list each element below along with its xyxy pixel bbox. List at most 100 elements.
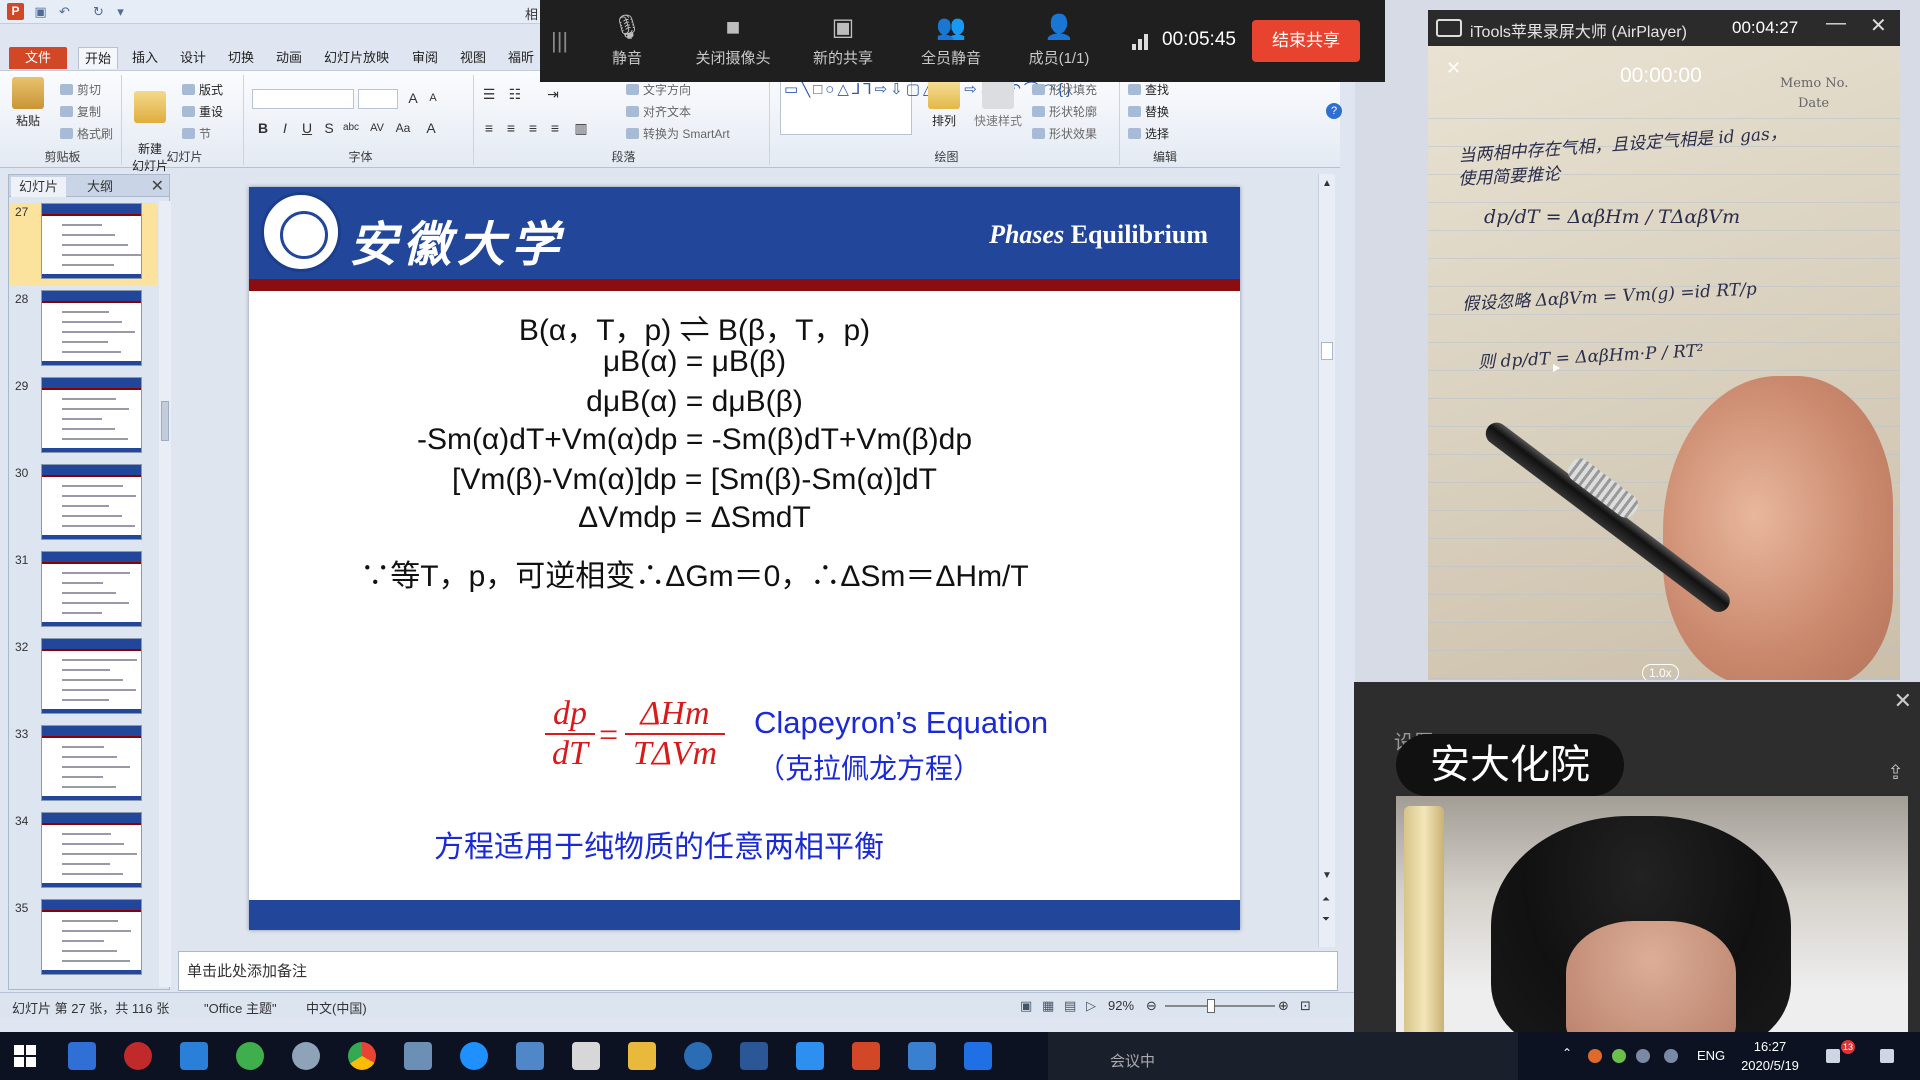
align-right-icon[interactable]: ≡ <box>524 119 542 137</box>
shape-effects-button[interactable]: 形状效果 <box>1032 125 1097 142</box>
qq-icon[interactable] <box>124 1042 152 1070</box>
reading-view-icon[interactable]: ▤ <box>1064 998 1076 1014</box>
font-color-icon[interactable]: A <box>422 119 440 137</box>
tab-animations[interactable]: 动画 <box>270 47 308 69</box>
slide-thumbnail[interactable] <box>41 812 142 888</box>
tab-outline[interactable]: 大纲 <box>79 177 121 197</box>
windows-start-icon[interactable] <box>14 1045 36 1067</box>
slide-thumbnail-row[interactable]: 28 <box>9 290 157 372</box>
slide-scrollbar-thumb[interactable] <box>1321 342 1333 360</box>
slide-thumbnail-row[interactable]: 27 <box>9 203 157 285</box>
playback-speed[interactable]: 1.0x <box>1642 664 1679 680</box>
bold-icon[interactable]: B <box>254 119 272 137</box>
notes-pane[interactable]: 单击此处添加备注 <box>178 951 1338 991</box>
slide-thumbnail[interactable] <box>41 551 142 627</box>
clock-date[interactable]: 2020/5/19 <box>1738 1058 1802 1073</box>
camera-off-button[interactable]: ■ 关闭摄像头 <box>690 14 776 68</box>
slide-thumbnail[interactable] <box>41 464 142 540</box>
members-button[interactable]: 👤 成员(1/1) <box>1016 14 1102 68</box>
powerpoint-logo-icon[interactable]: P <box>7 3 24 20</box>
close-icon[interactable]: ✕ <box>151 176 164 196</box>
chrome-icon[interactable] <box>348 1042 376 1070</box>
scroll-up-icon[interactable]: ▲ <box>1322 178 1332 189</box>
shapes-gallery[interactable]: ▭╲□○△⅃⅂⇨⇩▢△ЛԿ⇨↓⌒↶⌒◠{} <box>780 79 1071 135</box>
reset-button[interactable]: 重设 <box>182 103 223 120</box>
find-button[interactable]: 查找 <box>1128 81 1169 98</box>
shape-outline-button[interactable]: 形状轮廓 <box>1032 103 1097 120</box>
notifications-icon[interactable] <box>1880 1049 1894 1063</box>
app-icon-3[interactable] <box>404 1042 432 1070</box>
redo-icon[interactable]: ↻ <box>90 3 107 20</box>
next-slide-icon[interactable]: ⏷ <box>1322 914 1330 925</box>
tray-app-icon-2[interactable] <box>1612 1049 1626 1063</box>
numbering-icon[interactable]: ☷ <box>506 85 524 103</box>
slide-thumbnail[interactable] <box>41 203 142 279</box>
font-size-combo[interactable] <box>358 89 398 109</box>
app-icon-7[interactable] <box>908 1042 936 1070</box>
tab-view[interactable]: 视图 <box>454 47 492 69</box>
fit-slide-icon[interactable]: ⊡ <box>1300 998 1311 1014</box>
zoom-level[interactable]: 92% <box>1108 998 1134 1013</box>
align-left-icon[interactable]: ≡ <box>480 119 498 137</box>
section-button[interactable]: 节 <box>182 125 211 142</box>
slideshow-view-icon[interactable]: ▷ <box>1086 998 1096 1014</box>
underline-icon[interactable]: U <box>298 119 316 137</box>
meeting-app-icon[interactable] <box>964 1042 992 1070</box>
slide-thumbnail[interactable] <box>41 638 142 714</box>
volume-icon[interactable] <box>1636 1049 1650 1063</box>
shrink-font-icon[interactable]: A <box>424 89 442 107</box>
popout-icon[interactable]: ⇪ <box>1887 760 1904 785</box>
grow-font-icon[interactable]: A <box>404 89 422 107</box>
slide-thumbnail[interactable] <box>41 899 142 975</box>
slide-thumbnail[interactable] <box>41 290 142 366</box>
undo-icon[interactable]: ↶ <box>56 3 73 20</box>
tab-foxit[interactable]: 福昕 <box>502 47 540 69</box>
mute-button[interactable]: 🎙 静音 <box>584 14 670 68</box>
zoom-slider-knob[interactable] <box>1207 999 1215 1013</box>
tab-design[interactable]: 设计 <box>174 47 212 69</box>
slide-thumbnail-row[interactable]: 32 <box>9 638 157 720</box>
network-icon[interactable] <box>1664 1049 1678 1063</box>
italic-icon[interactable]: I <box>276 119 294 137</box>
clock-time[interactable]: 16:27 <box>1738 1039 1802 1054</box>
panel-scrollbar-thumb[interactable] <box>161 401 169 441</box>
zoom-out-icon[interactable]: ⊖ <box>1146 998 1157 1014</box>
previous-slide-icon[interactable]: ⏶ <box>1322 894 1330 905</box>
slide-thumbnail-row[interactable]: 34 <box>9 812 157 894</box>
mute-all-button[interactable]: 👥 全员静音 <box>908 14 994 68</box>
slide-thumbnail-row[interactable]: 31 <box>9 551 157 633</box>
copy-button[interactable]: 复制 <box>60 103 101 120</box>
mail-icon[interactable] <box>180 1042 208 1070</box>
shadow-icon[interactable]: S <box>320 119 338 137</box>
calculator-icon[interactable] <box>572 1042 600 1070</box>
layout-button[interactable]: 版式 <box>182 81 223 98</box>
format-painter-button[interactable]: 格式刷 <box>60 125 113 142</box>
cut-button[interactable]: 剪切 <box>60 81 101 98</box>
scroll-down-icon[interactable]: ▼ <box>1322 870 1332 881</box>
paste-button[interactable]: 粘贴 <box>8 77 48 129</box>
align-center-icon[interactable]: ≡ <box>502 119 520 137</box>
slide-thumbnail[interactable] <box>41 725 142 801</box>
tab-file[interactable]: 文件 <box>9 47 67 69</box>
app-icon-6[interactable] <box>796 1042 824 1070</box>
smartart-button[interactable]: 转换为 SmartArt <box>626 125 730 142</box>
drag-handle-icon[interactable]: ||| <box>551 28 568 54</box>
end-share-button[interactable]: 结束共享 <box>1252 20 1360 62</box>
zoom-in-icon[interactable]: ⊕ <box>1278 998 1289 1014</box>
quick-styles-button[interactable]: 快速样式 <box>970 77 1026 129</box>
tab-review[interactable]: 审阅 <box>406 47 444 69</box>
minimize-icon[interactable]: — <box>1826 12 1846 35</box>
select-button[interactable]: 选择 <box>1128 125 1169 142</box>
arrange-button[interactable]: 排列 <box>924 77 964 129</box>
slide-thumbnail-row[interactable]: 33 <box>9 725 157 807</box>
tab-transitions[interactable]: 切换 <box>222 47 260 69</box>
action-center-icon[interactable] <box>1826 1049 1840 1063</box>
word-icon[interactable] <box>740 1042 768 1070</box>
close-icon[interactable]: ✕ <box>1894 688 1912 714</box>
browser-360-icon[interactable] <box>236 1042 264 1070</box>
close-icon[interactable]: ✕ <box>1870 13 1887 38</box>
zoom-slider[interactable] <box>1165 1005 1275 1007</box>
text-direction-button[interactable]: 文字方向 <box>626 81 691 98</box>
shape-fill-button[interactable]: 形状填充 <box>1032 81 1097 98</box>
app-icon-5[interactable] <box>684 1042 712 1070</box>
